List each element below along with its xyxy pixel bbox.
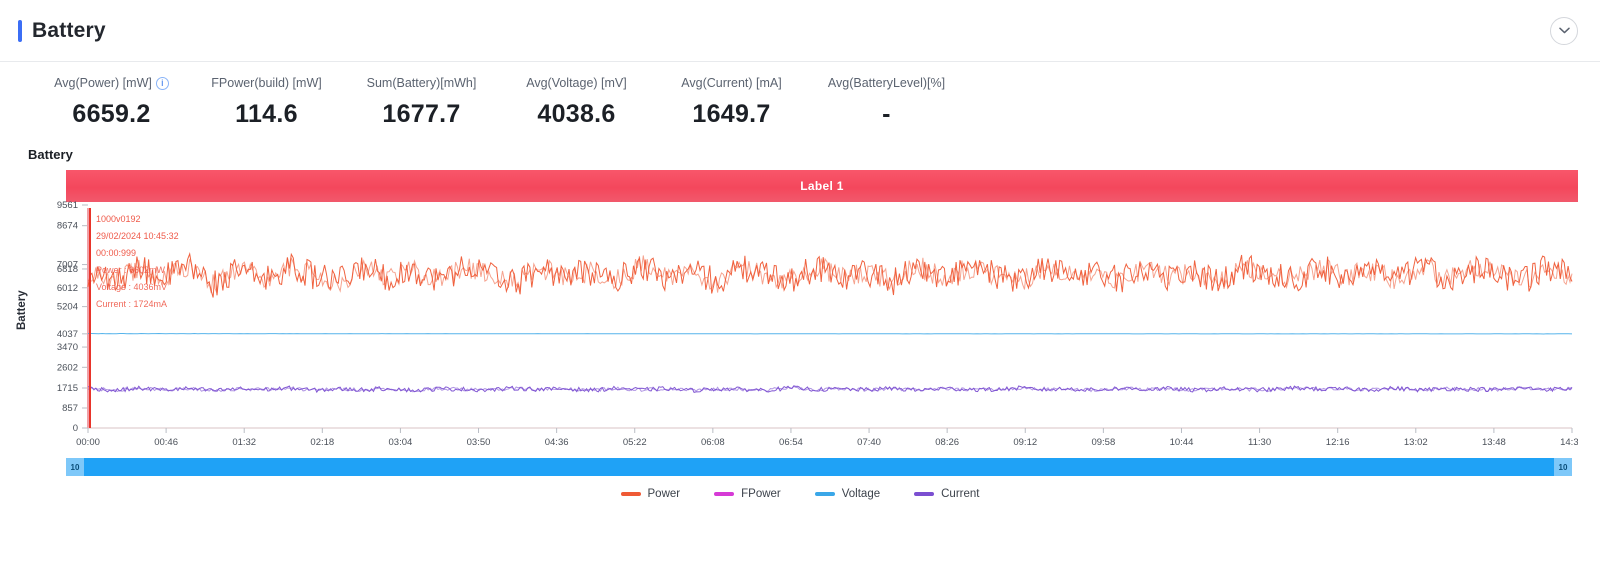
y-tick-label: 1715 [57,383,78,394]
x-tick-label: 01:32 [232,437,256,448]
tooltip-line-5: Voltage : 4036mV [96,282,167,292]
y-tick-label: 3470 [57,342,78,353]
legend-swatch [914,492,935,496]
x-tick-label: 05:22 [623,437,647,448]
legend-swatch [620,492,641,496]
kpi-3: Avg(Voltage) [mV] 4038.6 [499,76,654,129]
kpi-value: 1677.7 [382,100,461,128]
kpi-label-text: Sum(Battery)[mWh] [366,76,477,90]
legend-label: Power [647,488,681,500]
legend-swatch [714,492,735,496]
collapse-panel-button[interactable] [1550,16,1578,45]
legend-item-power[interactable]: Power [620,488,681,500]
battery-panel: Battery Avg(Power) [mW] i 6659.2 FPower(bui… [0,0,1600,580]
x-tick-label: 06:54 [779,437,803,448]
y-tick-label: 8674 [57,221,78,232]
x-tick-label: 04:36 [545,437,569,448]
info-icon[interactable]: i [155,76,169,90]
kpi-label-text: Avg(Power) [mW] [54,76,152,90]
chart-legend: Power FPower Voltage Current [22,488,1578,500]
title-accent-bar [18,19,22,42]
kpi-label: Avg(Power) [mW] i [34,76,189,90]
x-tick-label: 12:16 [1326,437,1350,448]
legend-swatch [814,492,835,496]
y-tick-label: 9561 [57,200,78,211]
y-tick-label: 2602 [57,362,78,373]
legend-item-current[interactable]: Current [914,488,979,500]
kpi-label: Avg(Voltage) [mV] [499,76,654,90]
time-range-scrollbar[interactable]: 10 10 [66,458,1572,476]
chart-container: Label 1 Battery 0 857 1715 2602 3470 4037 5204… [16,168,1578,508]
kpi-label-text: FPower(build) [mW] [211,76,322,90]
kpi-value: 114.6 [235,100,298,128]
y-tick-label: 0 [73,423,78,434]
kpi-label: Avg(BatteryLevel)[%] [809,76,964,90]
kpi-label-text: Avg(BatteryLevel)[%] [827,76,946,90]
legend-label: FPower [741,488,781,500]
kpi-0: Avg(Power) [mW] i 6659.2 [34,76,189,129]
x-tick-label: 14:34 [1560,437,1578,448]
plot-wrapper: Battery 0 857 1715 2602 3470 4037 5204 6012 6818… [16,170,1578,460]
kpi-value: 4038.6 [537,100,616,128]
x-tick-label: 10:44 [1170,437,1194,448]
x-tick-label: 00:46 [154,437,178,448]
kpi-label: Avg(Current) [mA] [654,76,809,90]
kpi-label: Sum(Battery)[mWh] [344,76,499,90]
kpi-label-text: Avg(Voltage) [mV] [526,76,627,90]
kpi-value: - [882,100,891,128]
kpi-value: 1649.7 [692,100,771,128]
kpi-1: FPower(build) [mW] 114.6 [189,76,344,129]
y-tick-label: 6012 [57,283,78,294]
kpi-label-text: Avg(Current) [mA] [681,76,782,90]
x-tick-label: 08:26 [935,437,959,448]
page-title: Battery [32,18,106,42]
y-tick-label: 857 [62,403,78,414]
tooltip-line-2: 29/02/2024 10:45:32 [96,231,179,241]
range-handle-left[interactable]: 10 [66,458,84,476]
y-tick-label: 7007 [57,260,78,271]
range-handle-right[interactable]: 10 [1554,458,1572,476]
legend-label: Voltage [841,488,881,500]
x-tick-label: 00:00 [76,437,100,448]
x-tick-label: 02:18 [310,437,334,448]
legend-item-voltage[interactable]: Voltage [814,488,881,500]
tooltip-line-1: 1000v0192 [96,214,141,224]
kpi-value: 6659.2 [72,100,151,128]
x-tick-label: 09:12 [1013,437,1037,448]
kpi-row: Avg(Power) [mW] i 6659.2 FPower(build) [mW]… [0,62,1600,133]
x-tick-label: 09:58 [1091,437,1115,448]
x-tick-label: 03:04 [389,437,413,448]
kpi-label: FPower(build) [mW] [189,76,344,90]
series-line-voltage[interactable] [88,332,1573,335]
x-tick-label: 11:30 [1248,437,1271,448]
y-axis-title: Battery [16,290,28,330]
kpi-4: Avg(Current) [mA] 1649.7 [654,76,809,129]
chevron-down-icon [1558,27,1570,34]
x-tick-label: 06:08 [701,437,725,448]
tooltip-line-4: Power : 6602mW [96,265,166,275]
x-tick-label: 03:50 [467,437,491,448]
legend-item-fpower[interactable]: FPower [714,488,781,500]
kpi-2: Sum(Battery)[mWh] 1677.7 [344,76,499,129]
chart-title: Battery [28,147,73,162]
x-tick-label: 13:02 [1404,437,1428,448]
panel-title-group: Battery [18,19,106,43]
legend-label: Current [941,488,980,500]
battery-line-chart[interactable]: 0857171526023470403752046012681870078674… [22,170,1578,470]
panel-header: Battery [0,0,1600,62]
series-line-current-1[interactable] [87,385,1573,394]
y-tick-label: 4037 [57,329,78,340]
tooltip-line-6: Current : 1724mA [96,299,167,309]
kpi-5: Avg(BatteryLevel)[%] - [809,76,964,129]
x-tick-label: 13:48 [1482,437,1506,448]
series-line-power-1[interactable] [87,252,1573,298]
x-tick-label: 07:40 [857,437,881,448]
y-tick-label: 5204 [57,302,78,313]
tooltip-line-3: 00:00:999 [96,248,136,258]
